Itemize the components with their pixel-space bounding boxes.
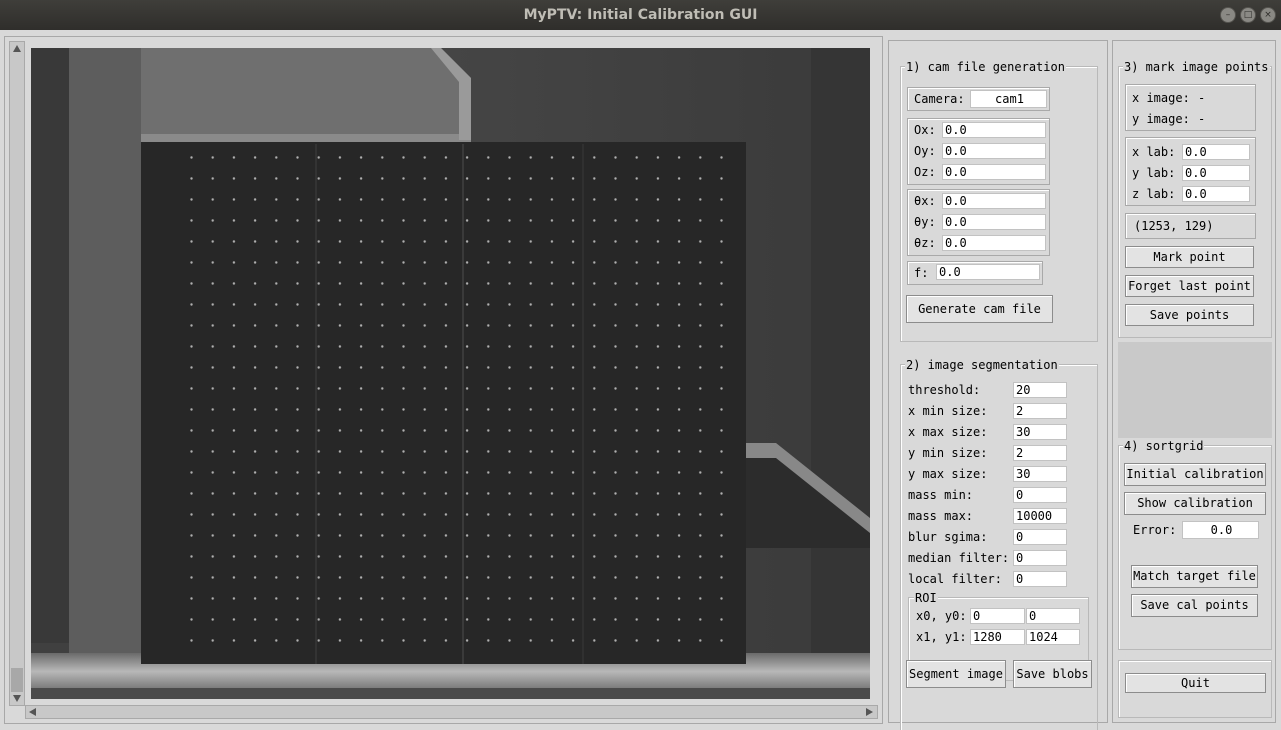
segmentation-legend: 2) image segmentation — [905, 358, 1059, 372]
seg-param-label-7: blur sgima: — [908, 530, 988, 544]
calibration-image[interactable] — [31, 48, 870, 699]
seg-param-field-5[interactable]: 0 — [1013, 487, 1067, 503]
angle-field-2[interactable]: 0.0 — [942, 235, 1046, 251]
seg-param-label-3: y min size: — [908, 446, 988, 460]
vertical-scrollbar[interactable] — [9, 41, 25, 706]
roi-legend: ROI — [914, 591, 938, 605]
x-image-value: - — [1198, 91, 1206, 105]
lab-coord-field-1[interactable]: 0.0 — [1182, 165, 1250, 181]
quit-button[interactable]: Quit — [1125, 673, 1266, 693]
lab-coord-label-0: x lab: — [1132, 145, 1176, 159]
lab-coord-field-2[interactable]: 0.0 — [1182, 186, 1250, 202]
horizontal-scrollbar[interactable] — [25, 705, 878, 719]
roi-y1-field[interactable]: 1024 — [1026, 629, 1080, 645]
scroll-left-icon[interactable] — [29, 708, 36, 716]
seg-param-field-6[interactable]: 10000 — [1013, 508, 1067, 524]
seg-param-label-0: threshold: — [908, 383, 981, 397]
seg-param-field-9[interactable]: 0 — [1013, 571, 1067, 587]
origin-label-1: Oy: — [914, 144, 936, 158]
origin-field-1[interactable]: 0.0 — [942, 143, 1046, 159]
seg-param-field-3[interactable]: 2 — [1013, 445, 1067, 461]
cursor-readout: (1253, 129) — [1134, 219, 1214, 233]
roi-y0-field[interactable]: 0 — [1026, 608, 1080, 624]
roi-x1-field[interactable]: 1280 — [970, 629, 1025, 645]
close-icon[interactable]: × — [1260, 7, 1276, 23]
maximize-icon[interactable]: □ — [1240, 7, 1256, 23]
seg-param-label-1: x min size: — [908, 404, 988, 418]
seg-param-field-7[interactable]: 0 — [1013, 529, 1067, 545]
show-calibration-button[interactable]: Show calibration — [1124, 492, 1266, 515]
mark-points-legend: 3) mark image points — [1123, 60, 1270, 74]
seg-param-field-4[interactable]: 30 — [1013, 466, 1067, 482]
lab-coord-label-2: z lab: — [1132, 187, 1176, 201]
seg-param-label-5: mass min: — [908, 488, 974, 502]
scroll-up-icon[interactable] — [13, 45, 21, 52]
y-image-label: y image: — [1132, 112, 1190, 126]
seg-param-field-2[interactable]: 30 — [1013, 424, 1067, 440]
error-label: Error: — [1133, 523, 1177, 537]
angle-field-0[interactable]: 0.0 — [942, 193, 1046, 209]
scroll-v-thumb[interactable] — [11, 668, 23, 692]
lab-coord-field-0[interactable]: 0.0 — [1182, 144, 1250, 160]
window-title: MyPTV: Initial Calibration GUI — [523, 7, 758, 23]
angle-field-1[interactable]: 0.0 — [942, 214, 1046, 230]
origin-label-0: Ox: — [914, 123, 936, 137]
save-cal-points-button[interactable]: Save cal points — [1131, 594, 1258, 617]
camera-label: Camera: — [914, 92, 965, 106]
mark-point-button[interactable]: Mark point — [1125, 246, 1254, 268]
roi-x0y0-label: x0, y0: — [916, 609, 967, 623]
cam-file-legend: 1) cam file generation — [905, 60, 1066, 74]
origin-label-2: Oz: — [914, 165, 936, 179]
minimize-icon[interactable]: – — [1220, 7, 1236, 23]
origin-field-0[interactable]: 0.0 — [942, 122, 1046, 138]
seg-param-field-1[interactable]: 2 — [1013, 403, 1067, 419]
focal-field[interactable]: 0.0 — [936, 264, 1040, 280]
x-image-label: x image: — [1132, 91, 1190, 105]
generate-cam-file-button[interactable]: Generate cam file — [906, 295, 1053, 323]
roi-x1y1-label: x1, y1: — [916, 630, 967, 644]
window-body: 1) cam file generation Camera: cam1 f: 0… — [0, 30, 1281, 730]
camera-field[interactable]: cam1 — [970, 90, 1047, 108]
angle-label-2: θz: — [914, 236, 936, 250]
seg-param-label-2: x max size: — [908, 425, 988, 439]
seg-param-label-9: local filter: — [908, 572, 1002, 586]
seg-param-field-0[interactable]: 20 — [1013, 382, 1067, 398]
lab-coord-label-1: y lab: — [1132, 166, 1176, 180]
seg-param-label-6: mass max: — [908, 509, 974, 523]
seg-param-label-8: median filter: — [908, 551, 1010, 565]
error-field[interactable]: 0.0 — [1182, 521, 1259, 539]
save-points-button[interactable]: Save points — [1125, 304, 1254, 326]
scroll-down-icon[interactable] — [13, 695, 21, 702]
y-image-value: - — [1198, 112, 1206, 126]
roi-x0-field[interactable]: 0 — [970, 608, 1025, 624]
forget-last-point-button[interactable]: Forget last point — [1125, 275, 1254, 297]
spacer-area — [1118, 342, 1272, 438]
angle-label-0: θx: — [914, 194, 936, 208]
save-blobs-button[interactable]: Save blobs — [1013, 660, 1092, 688]
seg-param-label-4: y max size: — [908, 467, 988, 481]
origin-field-2[interactable]: 0.0 — [942, 164, 1046, 180]
seg-param-field-8[interactable]: 0 — [1013, 550, 1067, 566]
segment-image-button[interactable]: Segment image — [906, 660, 1006, 688]
focal-label: f: — [914, 266, 929, 280]
angle-label-1: θy: — [914, 215, 936, 229]
match-target-file-button[interactable]: Match target file — [1131, 565, 1258, 588]
scroll-right-icon[interactable] — [866, 708, 873, 716]
initial-calibration-button[interactable]: Initial calibration — [1124, 463, 1266, 486]
sortgrid-legend: 4) sortgrid — [1123, 439, 1205, 453]
